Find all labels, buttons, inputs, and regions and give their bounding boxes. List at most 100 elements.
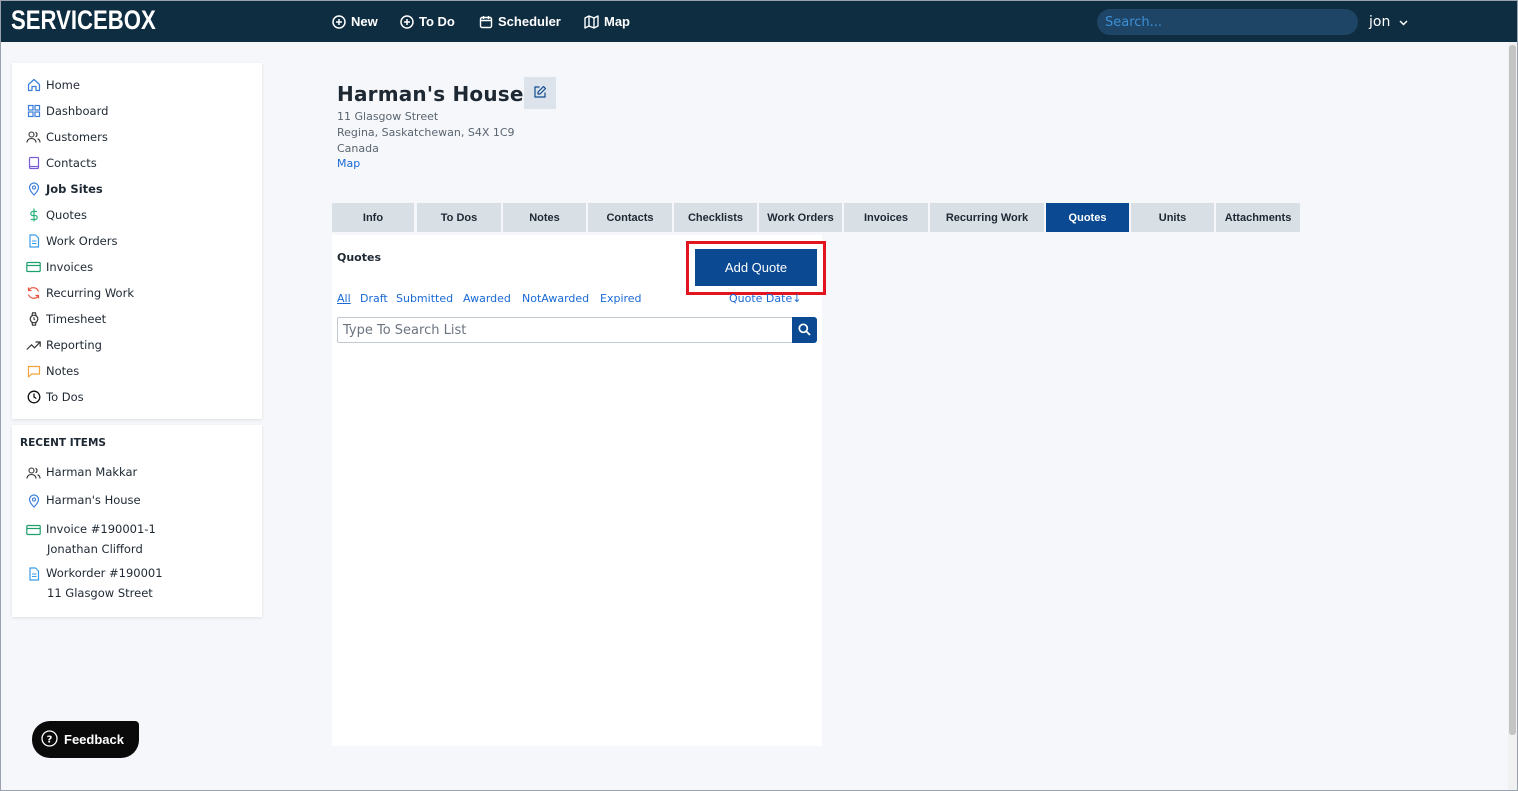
new-label: New: [351, 14, 378, 29]
sidebar-item-timesheet[interactable]: Timesheet: [26, 309, 106, 329]
sidebar-item-customers[interactable]: Customers: [26, 127, 108, 147]
sidebar-item-notes[interactable]: Notes: [26, 361, 79, 381]
user-name: jon: [1369, 13, 1391, 30]
top-navbar: SERVICEBOX New To Do Scheduler Map jon: [1, 1, 1517, 42]
filter-all[interactable]: All: [337, 292, 351, 305]
global-search-input[interactable]: [1097, 9, 1358, 35]
filter-draft[interactable]: Draft: [360, 292, 388, 305]
recent-item[interactable]: Workorder #190001 11 Glasgow Street: [26, 566, 163, 600]
sidebar-item-label: Reporting: [46, 338, 102, 352]
sidebar-item-to-dos[interactable]: To Dos: [26, 387, 84, 407]
scrollbar-thumb[interactable]: [1509, 45, 1516, 735]
dollar-icon: [26, 208, 41, 223]
new-button[interactable]: New: [332, 1, 378, 42]
sidebar-item-label: Customers: [46, 130, 108, 144]
sidebar-item-recurring-work[interactable]: Recurring Work: [26, 283, 134, 303]
scheduler-button[interactable]: Scheduler: [479, 1, 561, 42]
chevron-down-icon: [1399, 14, 1408, 30]
quotes-panel: [332, 235, 822, 746]
sidebar-item-dashboard[interactable]: Dashboard: [26, 101, 108, 121]
recent-item-label: Harman's House: [46, 493, 141, 507]
filter-not-awarded[interactable]: NotAwarded: [522, 292, 589, 305]
sidebar-item-quotes[interactable]: Quotes: [26, 205, 87, 225]
address-line: Canada: [337, 142, 379, 155]
edit-button[interactable]: [524, 77, 556, 109]
feedback-button[interactable]: ? Feedback: [32, 721, 139, 758]
sidebar-item-job-sites[interactable]: Job Sites: [26, 179, 103, 199]
sidebar-item-home[interactable]: Home: [26, 75, 80, 95]
user-menu[interactable]: jon: [1369, 1, 1408, 42]
tab-work-orders[interactable]: Work Orders: [759, 203, 842, 232]
refresh-icon: [26, 286, 41, 301]
tab-info[interactable]: Info: [332, 203, 414, 232]
quote-search-input[interactable]: [337, 317, 793, 343]
credit-card-icon: [26, 260, 41, 275]
filter-expired[interactable]: Expired: [600, 292, 642, 305]
address-line: 11 Glasgow Street: [337, 110, 439, 123]
filter-awarded[interactable]: Awarded: [463, 292, 511, 305]
servicebox-logo[interactable]: SERVICEBOX: [11, 5, 156, 36]
recent-items-panel: RECENT ITEMS Harman Makkar Harman's Hous…: [12, 425, 262, 617]
calendar-icon: [479, 15, 493, 29]
tab-notes[interactable]: Notes: [503, 203, 586, 232]
sidebar-item-contacts[interactable]: Contacts: [26, 153, 97, 173]
tab-contacts[interactable]: Contacts: [588, 203, 672, 232]
tab-to-dos[interactable]: To Dos: [417, 203, 501, 232]
sort-quote-date[interactable]: Quote Date↓: [729, 292, 801, 305]
tab-recurring-work[interactable]: Recurring Work: [930, 203, 1044, 232]
tab-attachments[interactable]: Attachments: [1216, 203, 1300, 232]
map-label: Map: [604, 14, 630, 29]
recent-item-label: Workorder #190001: [46, 566, 163, 580]
sidebar-item-label: Contacts: [46, 156, 97, 170]
todo-label: To Do: [419, 14, 455, 29]
tab-quotes[interactable]: Quotes: [1046, 203, 1129, 232]
sidebar-item-label: Dashboard: [46, 104, 109, 118]
sidebar-nav: Home Dashboard Customers Contacts Job Si…: [12, 63, 262, 419]
quotes-title: Quotes: [337, 251, 382, 264]
sidebar-item-label: Notes: [46, 364, 80, 378]
scheduler-label: Scheduler: [498, 14, 561, 29]
filter-submitted[interactable]: Submitted: [396, 292, 453, 305]
watch-icon: [26, 312, 41, 327]
credit-card-icon: [26, 522, 41, 537]
sidebar-item-label: Job Sites: [46, 182, 103, 196]
tab-invoices[interactable]: Invoices: [844, 203, 928, 232]
plus-circle-icon: [400, 14, 414, 29]
trending-up-icon: [26, 338, 41, 353]
tab-checklists[interactable]: Checklists: [674, 203, 757, 232]
edit-icon: [533, 84, 547, 103]
add-quote-button[interactable]: Add Quote: [695, 249, 817, 286]
recent-item-label: Invoice #190001-1: [46, 522, 156, 536]
todo-button[interactable]: To Do: [400, 1, 455, 42]
question-circle-icon: ?: [41, 729, 58, 750]
sidebar-item-label: Invoices: [46, 260, 94, 274]
recent-item-sublabel: 11 Glasgow Street: [47, 586, 153, 600]
sidebar-item-label: Home: [46, 78, 80, 92]
feedback-label: Feedback: [64, 732, 124, 747]
arrow-down-icon: ↓: [792, 292, 802, 305]
sidebar-item-work-orders[interactable]: Work Orders: [26, 231, 117, 251]
sidebar-item-label: Work Orders: [46, 234, 118, 248]
clock-icon: [26, 390, 41, 405]
sort-label: Quote Date: [729, 292, 793, 305]
document-icon: [26, 234, 41, 249]
book-icon: [26, 156, 41, 171]
recent-item[interactable]: Harman's House: [26, 493, 141, 508]
sidebar-item-invoices[interactable]: Invoices: [26, 257, 93, 277]
recent-item-label: Harman Makkar: [46, 465, 138, 479]
sidebar-item-label: To Dos: [46, 390, 84, 404]
map-button[interactable]: Map: [584, 1, 630, 42]
dashboard-icon: [26, 104, 41, 119]
address-line: Regina, Saskatchewan, S4X 1C9: [337, 126, 515, 139]
map-icon: [584, 14, 599, 29]
tab-units[interactable]: Units: [1131, 203, 1214, 232]
sidebar-item-label: Quotes: [46, 208, 87, 222]
recent-item[interactable]: Harman Makkar: [26, 465, 137, 480]
document-icon: [26, 566, 41, 581]
map-link[interactable]: Map: [337, 157, 360, 170]
location-pin-icon: [26, 493, 41, 508]
search-button[interactable]: [792, 317, 817, 343]
sidebar-item-reporting[interactable]: Reporting: [26, 335, 102, 355]
recent-item[interactable]: Invoice #190001-1 Jonathan Clifford: [26, 522, 156, 556]
users-icon: [26, 130, 41, 145]
